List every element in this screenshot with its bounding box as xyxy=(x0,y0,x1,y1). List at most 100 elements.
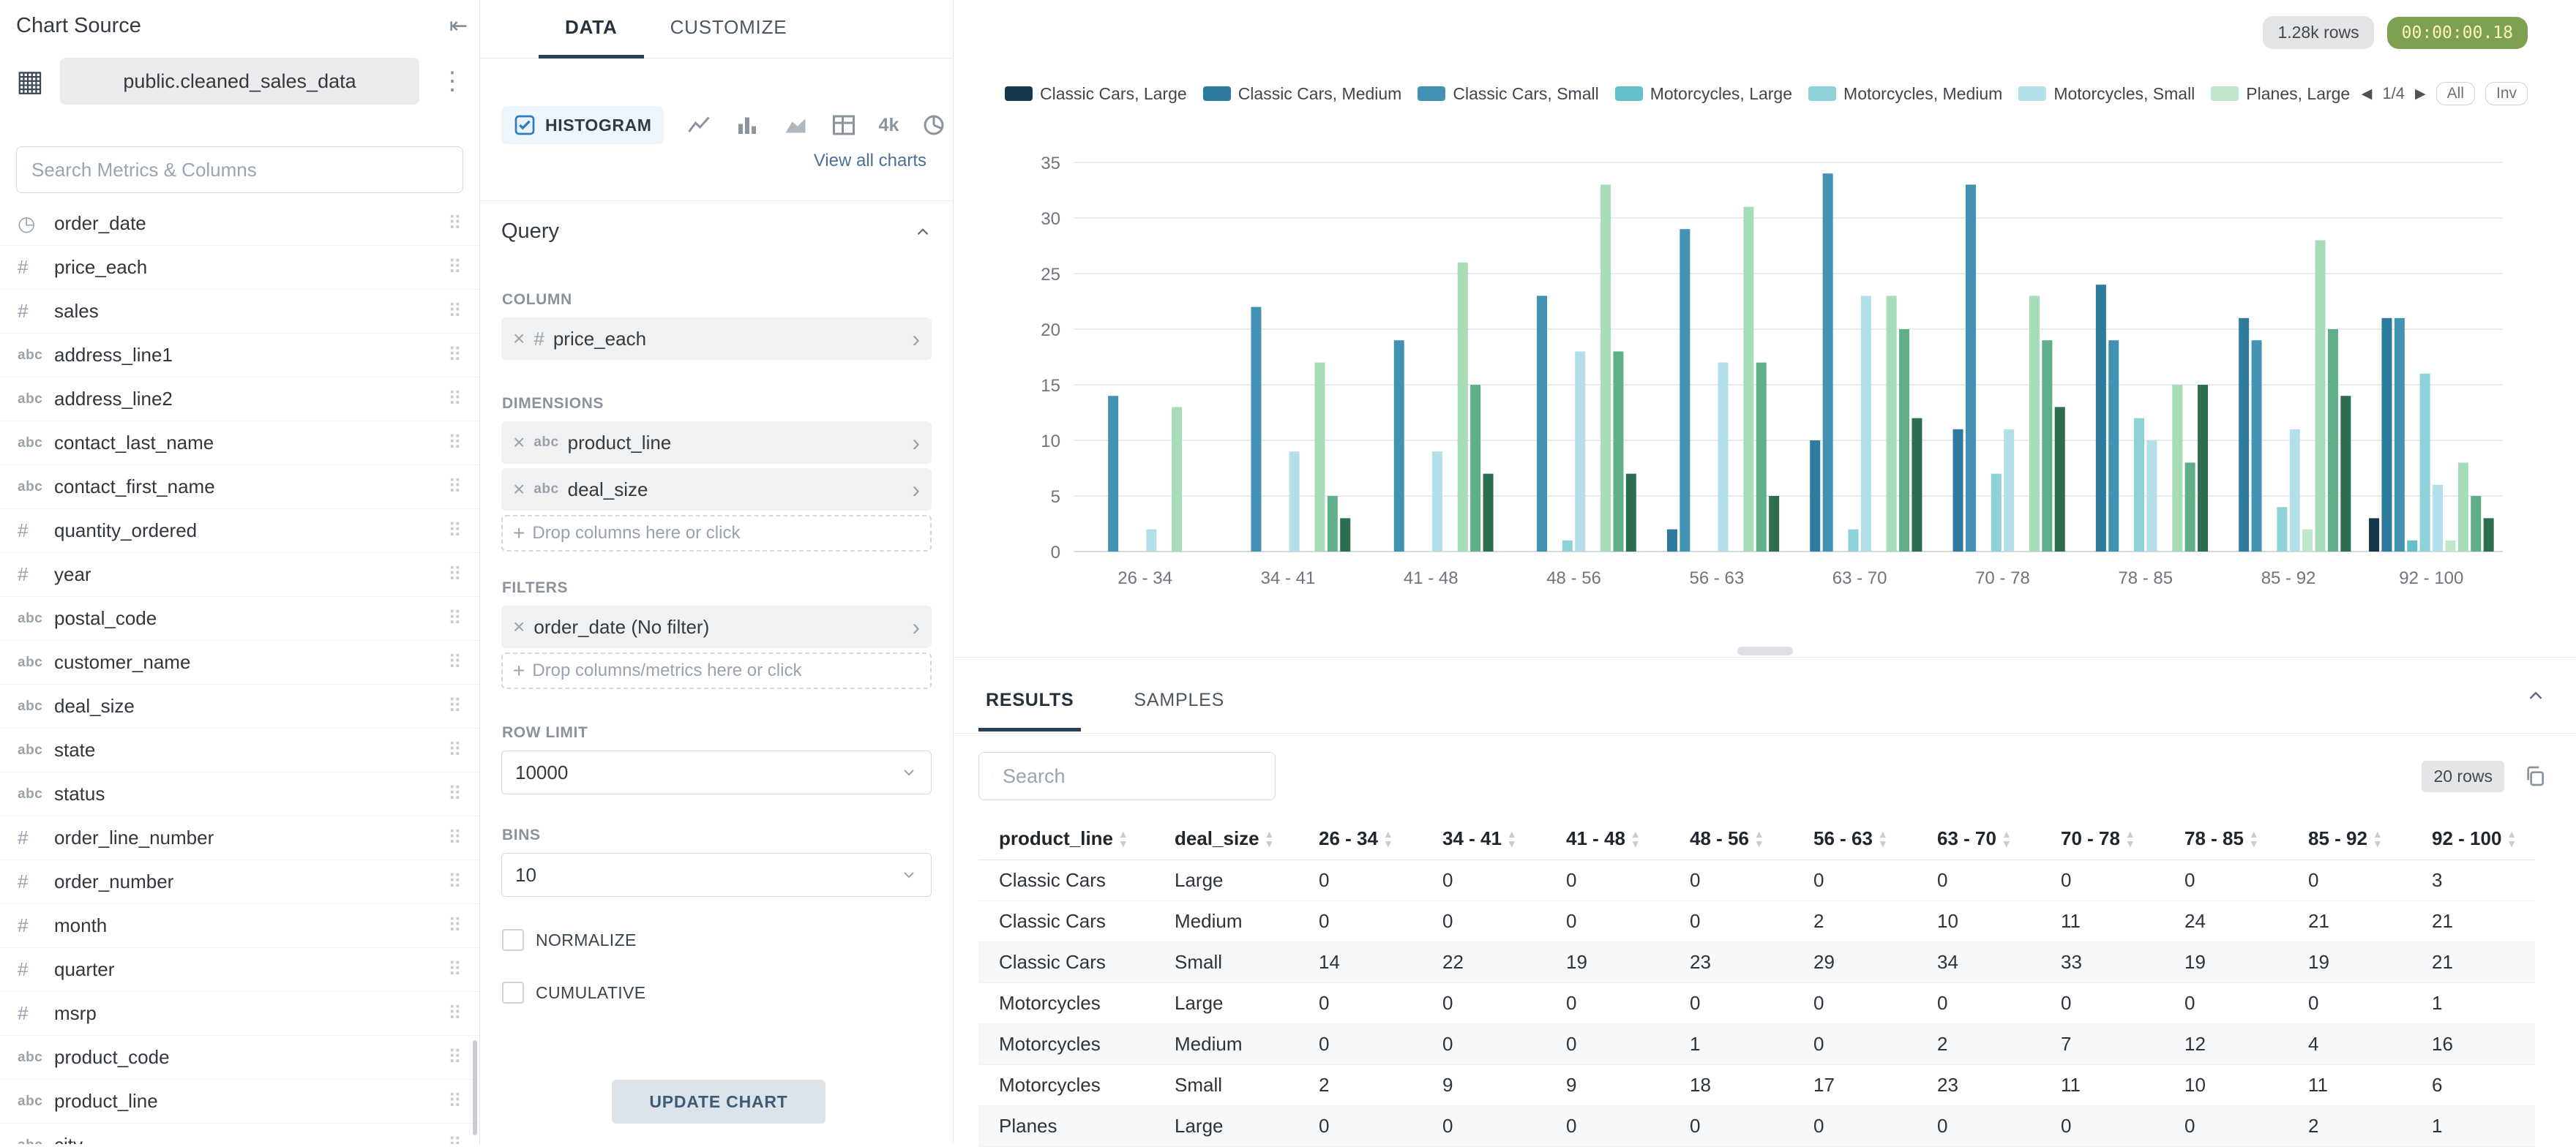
sort-icon[interactable]: ▴▾ xyxy=(2127,830,2133,849)
sort-icon[interactable]: ▴▾ xyxy=(1267,830,1273,849)
histogram-bar[interactable] xyxy=(2420,374,2430,552)
histogram-bar[interactable] xyxy=(2290,429,2300,552)
drag-handle-icon[interactable]: ⠿ xyxy=(448,256,462,279)
drag-handle-icon[interactable]: ⠿ xyxy=(448,1134,462,1144)
histogram-bar[interactable] xyxy=(2458,462,2468,552)
close-icon[interactable]: × xyxy=(513,431,525,454)
column-header[interactable]: 63 - 70▴▾ xyxy=(1917,827,2040,850)
histogram-bar[interactable] xyxy=(1756,363,1767,552)
column-header[interactable]: 26 - 34▴▾ xyxy=(1298,827,1422,850)
histogram-bar[interactable] xyxy=(2302,530,2313,552)
sort-icon[interactable]: ▴▾ xyxy=(1385,830,1391,849)
legend-item[interactable]: Classic Cars, Small xyxy=(1418,84,1598,104)
column-pill[interactable]: ×#price_each› xyxy=(501,317,932,360)
column-item[interactable]: #order_number⠿ xyxy=(0,860,479,904)
drag-handle-icon[interactable]: ⠿ xyxy=(448,695,462,718)
legend-item[interactable]: Planes, Large xyxy=(2211,84,2350,104)
histogram-bar[interactable] xyxy=(1483,474,1494,552)
histogram-bar[interactable] xyxy=(2433,485,2443,552)
collapse-panel-icon[interactable]: ⇤ xyxy=(449,13,468,39)
column-item[interactable]: abcdeal_size⠿ xyxy=(0,685,479,729)
bins-select[interactable]: 10 xyxy=(501,853,932,897)
caret-right-icon[interactable]: › xyxy=(912,614,920,641)
histogram-bar[interactable] xyxy=(2239,318,2249,552)
histogram-bar[interactable] xyxy=(2172,385,2182,552)
drag-handle-icon[interactable]: ⠿ xyxy=(448,1090,462,1113)
column-item[interactable]: abcproduct_code⠿ xyxy=(0,1036,479,1080)
drag-handle-icon[interactable]: ⠿ xyxy=(448,607,462,630)
histogram-bar[interactable] xyxy=(1470,385,1480,552)
histogram-bar[interactable] xyxy=(1600,184,1611,552)
drag-handle-icon[interactable]: ⠿ xyxy=(448,958,462,981)
histogram-bar[interactable] xyxy=(2185,462,2195,552)
column-item[interactable]: abccity⠿ xyxy=(0,1124,479,1144)
histogram-bar[interactable] xyxy=(1769,496,1779,552)
histogram-bar[interactable] xyxy=(1340,518,1350,552)
legend-all-button[interactable]: All xyxy=(2436,82,2475,105)
drag-handle-icon[interactable]: ⠿ xyxy=(448,519,462,542)
histogram-bar[interactable] xyxy=(2381,318,2392,552)
column-item[interactable]: #quantity_ordered⠿ xyxy=(0,509,479,553)
tab-data[interactable]: DATA xyxy=(539,0,644,59)
cumulative-checkbox-row[interactable]: CUMULATIVE xyxy=(502,982,646,1004)
histogram-bar[interactable] xyxy=(2004,429,2014,552)
update-chart-button[interactable]: UPDATE CHART xyxy=(612,1080,825,1124)
splitter-drag-handle[interactable] xyxy=(1737,647,1793,655)
selected-viz-chip[interactable]: HISTOGRAM xyxy=(501,106,664,144)
sort-icon[interactable]: ▴▾ xyxy=(2004,830,2010,849)
column-item[interactable]: #year⠿ xyxy=(0,553,479,597)
histogram-bar[interactable] xyxy=(2277,507,2287,552)
histogram-bar[interactable] xyxy=(2340,396,2351,552)
drag-handle-icon[interactable]: ⠿ xyxy=(448,388,462,410)
column-item[interactable]: abcpostal_code⠿ xyxy=(0,597,479,641)
histogram-bar[interactable] xyxy=(2407,541,2417,552)
histogram-bar[interactable] xyxy=(2134,418,2144,552)
caret-right-icon[interactable]: › xyxy=(912,326,920,353)
histogram-chart[interactable]: 0510152025303526 - 3434 - 4141 - 4848 - … xyxy=(954,110,2576,622)
column-header[interactable]: 48 - 56▴▾ xyxy=(1669,827,1793,850)
drag-handle-icon[interactable]: ⠿ xyxy=(448,739,462,761)
sort-icon[interactable]: ▴▾ xyxy=(1756,830,1762,849)
histogram-bar[interactable] xyxy=(1718,363,1729,552)
dimensions-dropzone[interactable]: + Drop columns here or click xyxy=(501,515,932,552)
column-header[interactable]: 92 - 100▴▾ xyxy=(2411,827,2535,850)
column-item[interactable]: abcproduct_line⠿ xyxy=(0,1080,479,1124)
histogram-bar[interactable] xyxy=(2328,329,2338,552)
histogram-bar[interactable] xyxy=(1394,340,1404,552)
histogram-bar[interactable] xyxy=(1537,296,1547,552)
drag-handle-icon[interactable]: ⠿ xyxy=(448,870,462,893)
histogram-bar[interactable] xyxy=(1823,173,1833,552)
histogram-bar[interactable] xyxy=(2369,518,2379,552)
legend-item[interactable]: Motorcycles, Medium xyxy=(1808,84,2002,104)
column-item[interactable]: #order_line_number⠿ xyxy=(0,816,479,860)
column-header[interactable]: 34 - 41▴▾ xyxy=(1422,827,1546,850)
query-section-header[interactable]: Query xyxy=(501,219,932,244)
histogram-bar[interactable] xyxy=(2445,541,2455,552)
dimension-pill[interactable]: ×abcdeal_size› xyxy=(501,468,932,511)
legend-next-icon[interactable]: ▶ xyxy=(2415,86,2426,102)
chevron-up-icon[interactable] xyxy=(913,222,932,241)
histogram-bar[interactable] xyxy=(1432,451,1442,552)
column-item[interactable]: #month⠿ xyxy=(0,904,479,948)
cumulative-checkbox[interactable] xyxy=(502,982,524,1004)
line-chart-icon[interactable] xyxy=(686,112,712,138)
column-header[interactable]: deal_size▴▾ xyxy=(1154,827,1298,850)
histogram-bar[interactable] xyxy=(1680,229,1690,552)
histogram-bar[interactable] xyxy=(1314,363,1325,552)
sort-icon[interactable]: ▴▾ xyxy=(2509,830,2515,849)
histogram-bar[interactable] xyxy=(1991,474,2002,552)
histogram-bar[interactable] xyxy=(1289,451,1300,552)
column-item[interactable]: abcaddress_line2⠿ xyxy=(0,377,479,421)
histogram-bar[interactable] xyxy=(1848,530,1858,552)
column-item[interactable]: abcstatus⠿ xyxy=(0,772,479,816)
histogram-bar[interactable] xyxy=(1328,496,1338,552)
sort-icon[interactable]: ▴▾ xyxy=(1880,830,1886,849)
histogram-bar[interactable] xyxy=(1108,396,1118,552)
histogram-bar[interactable] xyxy=(2395,318,2405,552)
histogram-bar[interactable] xyxy=(1861,296,1871,552)
big-number-icon[interactable]: 4k xyxy=(879,115,899,136)
view-all-charts-link[interactable]: View all charts xyxy=(814,151,926,171)
drag-handle-icon[interactable]: ⠿ xyxy=(448,432,462,454)
column-item[interactable]: abcstate⠿ xyxy=(0,729,479,772)
histogram-bar[interactable] xyxy=(2252,340,2262,552)
